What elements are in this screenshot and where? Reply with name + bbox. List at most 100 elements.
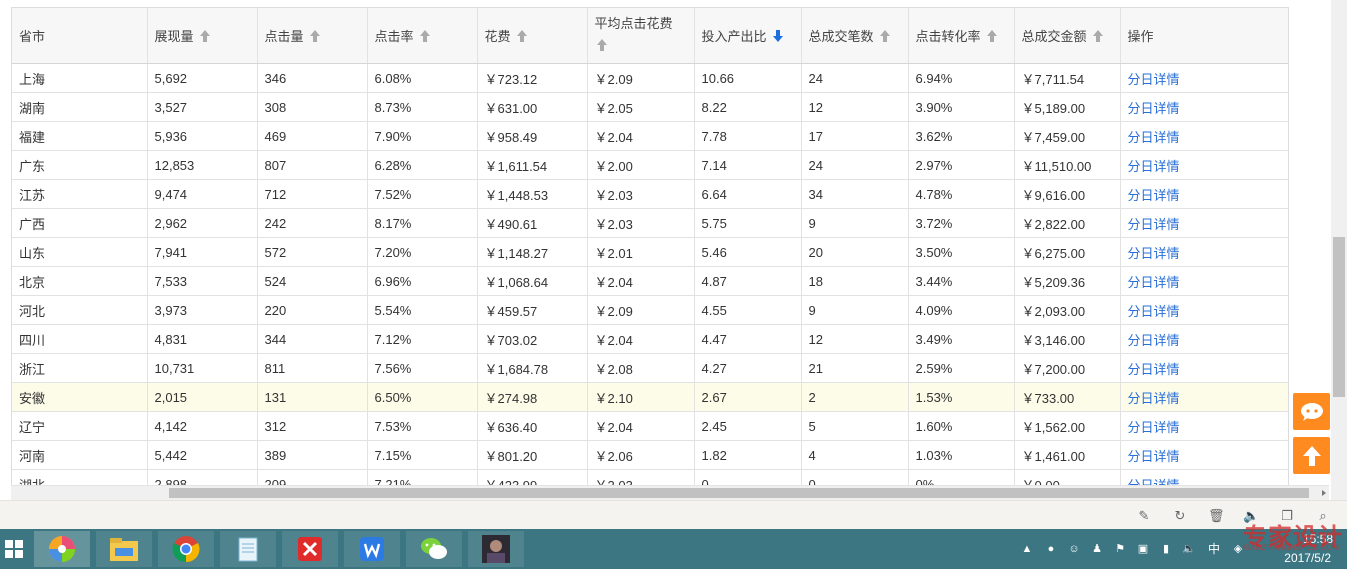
- signal-icon[interactable]: ▮: [1159, 542, 1173, 556]
- taskbar-app-notepad[interactable]: [220, 531, 276, 567]
- table-cell-revenue: ￥2,093.00: [1014, 295, 1121, 325]
- table-cell-ctr: 6.08%: [367, 63, 478, 93]
- table-cell-cost: ￥1,068.64: [477, 266, 588, 296]
- sort-arrow-icon[interactable]: [986, 30, 997, 42]
- start-button[interactable]: [0, 529, 28, 569]
- table-cell-province: 广西: [12, 208, 148, 238]
- table-cell-action: 分日详情: [1120, 237, 1288, 267]
- column-header[interactable]: 点击率: [367, 7, 478, 64]
- refresh-icon[interactable]: ↻: [1172, 508, 1188, 524]
- daily-detail-link[interactable]: 分日详情: [1128, 101, 1180, 116]
- daily-detail-link[interactable]: 分日详情: [1128, 391, 1180, 406]
- taskbar-app-xmind[interactable]: [282, 531, 338, 567]
- column-header[interactable]: 花费: [477, 7, 588, 64]
- table-cell-orders: 34: [801, 179, 909, 209]
- chat-float-button[interactable]: [1293, 393, 1330, 430]
- volume-icon[interactable]: 🔈: [1182, 542, 1196, 556]
- taskbar-app-chrome[interactable]: [158, 531, 214, 567]
- sort-arrow-icon[interactable]: [879, 30, 890, 42]
- sort-arrow-icon[interactable]: [596, 39, 607, 51]
- table-cell-revenue: ￥11,510.00: [1014, 150, 1121, 180]
- clock-date[interactable]: 2017/5/2: [1284, 551, 1331, 565]
- qq-smile-icon[interactable]: ☺: [1067, 542, 1081, 556]
- taskbar-app-pinwheel[interactable]: [34, 531, 90, 567]
- notepad-icon: [238, 537, 258, 562]
- table-cell-impressions: 5,692: [147, 63, 258, 93]
- table-cell-action: 分日详情: [1120, 266, 1288, 296]
- column-header[interactable]: 点击量: [257, 7, 368, 64]
- column-header-label: 花费: [484, 29, 511, 44]
- vertical-scrollbar-thumb[interactable]: [1333, 237, 1345, 397]
- taskbar-app-wechat[interactable]: [406, 531, 462, 567]
- table-cell-orders: 9: [801, 208, 909, 238]
- page: 省市 展现量 点击量 点击率 花费 平均点击花费 投入产出比 总成交笔数 点击转化率 总成交金额 操…: [0, 0, 1347, 529]
- vertical-scrollbar[interactable]: [1331, 0, 1347, 500]
- horizontal-scrollbar[interactable]: [11, 485, 1329, 500]
- column-header[interactable]: 总成交金额: [1014, 7, 1121, 64]
- penguin-icon[interactable]: ♟: [1090, 542, 1104, 556]
- wechat-tray-icon[interactable]: ●: [1044, 542, 1058, 556]
- column-header-label: 点击率: [374, 29, 414, 44]
- table-cell-action: 分日详情: [1120, 150, 1288, 180]
- table-cell-revenue: ￥9,616.00: [1014, 179, 1121, 209]
- watermark-subtext: XIAOZHANGNSHEJI.COM: [1242, 543, 1339, 552]
- network-icon[interactable]: ▣: [1136, 542, 1150, 556]
- table-cell-orders: 20: [801, 237, 909, 267]
- daily-detail-link[interactable]: 分日详情: [1128, 362, 1180, 377]
- chevron-up-icon[interactable]: ▲: [1020, 542, 1034, 556]
- daily-detail-link[interactable]: 分日详情: [1128, 420, 1180, 435]
- table-cell-province: 广东: [12, 150, 148, 180]
- sort-arrow-icon[interactable]: [309, 30, 320, 42]
- avatar-app-icon: [482, 535, 510, 563]
- browser-status-bar: ✎ ↻ 🗑 🔈 ❐ ⌕: [0, 500, 1347, 529]
- column-header[interactable]: 总成交笔数: [801, 7, 909, 64]
- table-cell-cvr: 1.53%: [908, 382, 1015, 412]
- back-to-top-button[interactable]: [1293, 437, 1330, 474]
- column-header[interactable]: 展现量: [147, 7, 258, 64]
- column-header[interactable]: 点击转化率: [908, 7, 1015, 64]
- sort-arrow-icon[interactable]: [419, 30, 430, 42]
- sort-arrow-icon[interactable]: [516, 30, 527, 42]
- table-cell-cost: ￥631.00: [477, 92, 588, 122]
- horizontal-scrollbar-thumb[interactable]: [169, 488, 1309, 498]
- ime-indicator[interactable]: 中: [1207, 542, 1221, 556]
- daily-detail-link[interactable]: 分日详情: [1128, 304, 1180, 319]
- taskbar-app-explorer[interactable]: [96, 531, 152, 567]
- taskbar-app-avatar[interactable]: [468, 531, 524, 567]
- table-cell-impressions: 7,533: [147, 266, 258, 296]
- table-cell-ctr: 7.90%: [367, 121, 478, 151]
- daily-detail-link[interactable]: 分日详情: [1128, 246, 1180, 261]
- table-cell-province: 湖南: [12, 92, 148, 122]
- table-cell-revenue: ￥5,209.36: [1014, 266, 1121, 296]
- column-header[interactable]: 平均点击花费: [587, 7, 695, 64]
- daily-detail-link[interactable]: 分日详情: [1128, 449, 1180, 464]
- table-cell-impressions: 2,015: [147, 382, 258, 412]
- column-header[interactable]: 投入产出比: [694, 7, 802, 64]
- table-cell-impressions: 2,962: [147, 208, 258, 238]
- daily-detail-link[interactable]: 分日详情: [1128, 72, 1180, 87]
- daily-detail-link[interactable]: 分日详情: [1128, 188, 1180, 203]
- trash-icon[interactable]: 🗑: [1208, 508, 1225, 524]
- daily-detail-link[interactable]: 分日详情: [1128, 275, 1180, 290]
- table-cell-cost: ￥423.99: [477, 469, 588, 485]
- province-report-table: 省市 展现量 点击量 点击率 花费 平均点击花费 投入产出比 总成交笔数 点击转化率 总成交金额 操…: [12, 7, 1288, 485]
- sort-desc-arrow-icon[interactable]: [772, 30, 783, 42]
- taskbar-app-wps[interactable]: [344, 531, 400, 567]
- daily-detail-link[interactable]: 分日详情: [1128, 217, 1180, 232]
- column-header-label: 点击转化率: [915, 29, 981, 44]
- scroll-right-arrow-icon[interactable]: [1322, 490, 1326, 496]
- table-cell-clicks: 346: [257, 63, 368, 93]
- daily-detail-link[interactable]: 分日详情: [1128, 159, 1180, 174]
- daily-detail-link[interactable]: 分日详情: [1128, 333, 1180, 348]
- sort-arrow-icon[interactable]: [1092, 30, 1103, 42]
- table-cell-revenue: ￥1,461.00: [1014, 440, 1121, 470]
- table-cell-impressions: 9,474: [147, 179, 258, 209]
- table-cell-cost: ￥459.57: [477, 295, 588, 325]
- table-cell-cpc: ￥2.09: [587, 295, 695, 325]
- sort-arrow-icon[interactable]: [199, 30, 210, 42]
- daily-detail-link[interactable]: 分日详情: [1128, 130, 1180, 145]
- flag-icon[interactable]: ⚑: [1113, 542, 1127, 556]
- daily-detail-link[interactable]: 分日详情: [1128, 478, 1180, 486]
- pin-icon[interactable]: ✎: [1136, 508, 1152, 524]
- system-tray: ▲ ● ☺ ♟ ⚑ ▣ ▮ 🔈 中 ◈ 15:58 2017/5/2 专家设计 …: [1007, 524, 1347, 569]
